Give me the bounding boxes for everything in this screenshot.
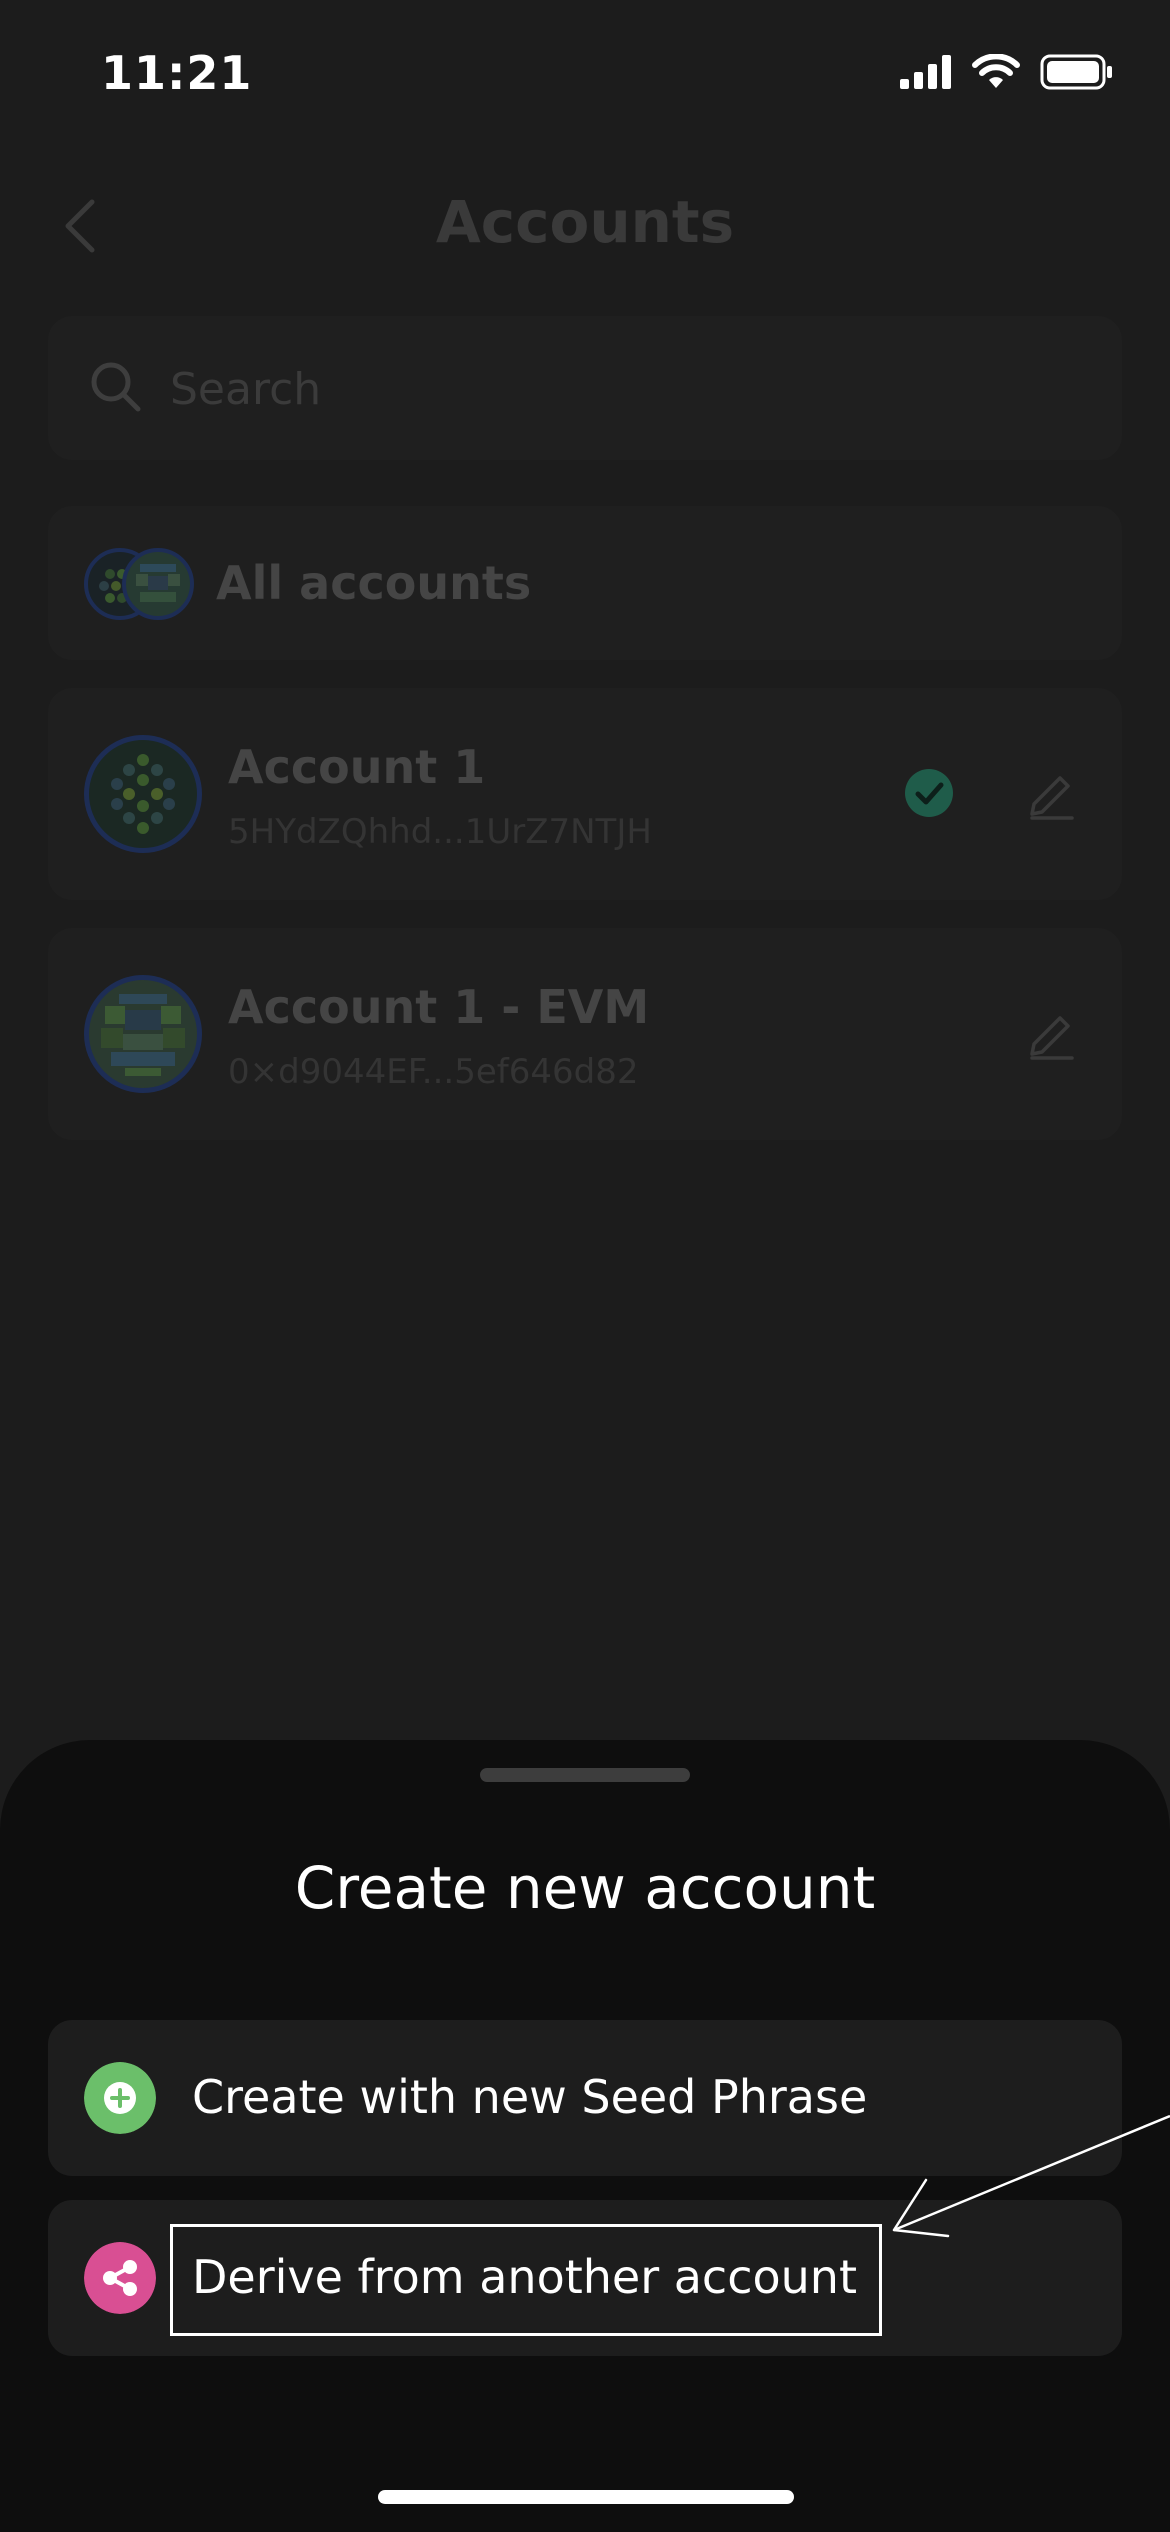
- avatar: [84, 735, 202, 853]
- all-accounts-avatar-stack: [84, 548, 194, 620]
- status-icons: [900, 54, 1114, 90]
- annotation-arrow-icon: [892, 2114, 1170, 2238]
- sheet-title: Create new account: [294, 1854, 876, 1922]
- status-time: 11:21: [101, 46, 253, 100]
- all-accounts-label: All accounts: [216, 556, 532, 610]
- edit-pencil-icon[interactable]: [1024, 1008, 1078, 1062]
- battery-icon: [1040, 54, 1112, 90]
- account-row[interactable]: [48, 928, 1122, 1140]
- account-name: Account 1 - EVM: [228, 980, 650, 1034]
- search-input[interactable]: [168, 358, 1072, 420]
- avatar: [84, 975, 202, 1093]
- avatar: [122, 548, 194, 620]
- edit-pencil-icon[interactable]: [1024, 768, 1078, 822]
- account-address: 0×d9044EF...5ef646d82: [228, 1052, 639, 1092]
- wifi-icon: [972, 54, 1020, 88]
- signal-icon: [900, 55, 951, 89]
- sheet-drag-handle[interactable]: [480, 1768, 690, 1782]
- account-address: 5HYdZQhhd...1UrZ7NTJH: [228, 812, 652, 852]
- account-name: Account 1: [228, 740, 486, 794]
- account-row[interactable]: [48, 688, 1122, 900]
- option-label: Create with new Seed Phrase: [192, 2070, 868, 2124]
- all-accounts-row[interactable]: [48, 506, 1122, 660]
- search-icon: [91, 362, 141, 412]
- option-label: Derive from another account: [192, 2250, 858, 2304]
- home-indicator[interactable]: [378, 2490, 794, 2504]
- page-title: Accounts: [435, 188, 735, 256]
- share-icon: [84, 2242, 156, 2314]
- selected-check-icon: [905, 769, 953, 817]
- plus-circle-icon: [84, 2062, 156, 2134]
